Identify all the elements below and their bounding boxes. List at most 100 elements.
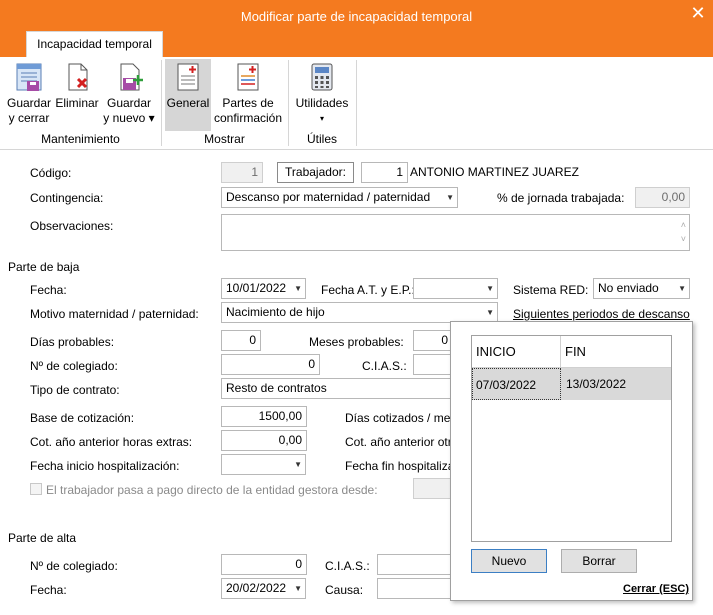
fecha-alta-value: 20/02/2022	[226, 581, 287, 595]
siguientes-periodos-link[interactable]: Siguientes periodos de descanso	[513, 307, 690, 321]
contingencia-select[interactable]: Descanso por maternidad / paternidad ▼	[221, 187, 458, 208]
codigo-label: Código:	[30, 166, 72, 180]
cias-baja-field[interactable]	[413, 354, 453, 375]
trabajador-code-field[interactable]: 1	[361, 162, 408, 183]
motivo-value: Nacimiento de hijo	[226, 305, 325, 319]
causa-field[interactable]	[377, 578, 453, 599]
close-icon[interactable]: ✕	[688, 3, 708, 23]
pago-directo-date-field[interactable]	[413, 478, 453, 499]
group-mostrar: Mostrar	[204, 132, 245, 146]
ribbon: Guardar y cerrar Eliminar Guardar y nuev…	[0, 57, 713, 150]
eliminar-button[interactable]: Eliminar	[54, 61, 100, 111]
section-parte-alta: Parte de alta	[8, 531, 77, 545]
fecha-baja-field[interactable]: 10/01/2022 ▼	[221, 278, 306, 299]
pago-directo-label: El trabajador pasa a pago directo de la …	[46, 483, 378, 497]
cias-alta-label: C.I.A.S.:	[325, 559, 370, 573]
ribbon-separator	[356, 60, 357, 146]
periodos-grid: INICIO FIN 07/03/2022 13/03/2022	[471, 335, 672, 542]
fecha-fin-hosp-label: Fecha fin hospitaliza	[345, 459, 455, 473]
guardar-nuevo-label-1: Guardar	[106, 96, 152, 110]
observaciones-textarea[interactable]: ˄ ˅	[221, 214, 690, 251]
group-utiles: Útiles	[306, 132, 337, 146]
motivo-select[interactable]: Nacimiento de hijo ▼	[221, 302, 498, 323]
utilidades-label: Utilidades	[295, 96, 349, 110]
meses-probables-field[interactable]: 0	[413, 330, 453, 351]
table-cell-inicio[interactable]: 07/03/2022	[472, 368, 561, 400]
fecha-baja-value: 10/01/2022	[226, 281, 287, 295]
borrar-button[interactable]: Borrar	[561, 549, 637, 573]
cias-alta-field[interactable]	[377, 554, 453, 575]
general-button[interactable]: General	[165, 59, 211, 131]
tipo-contrato-label: Tipo de contrato:	[30, 383, 120, 397]
chevron-down-icon: ▼	[678, 284, 686, 293]
general-label: General	[166, 96, 210, 110]
partes-confirmacion-label-2: confirmación	[213, 111, 283, 125]
contingencia-label: Contingencia:	[30, 191, 104, 205]
jornada-label: % de jornada trabajada:	[497, 191, 625, 205]
tipo-contrato-select[interactable]: Resto de contratos	[221, 378, 453, 399]
guardar-cerrar-label-1: Guardar	[6, 96, 52, 110]
cerrar-link[interactable]: Cerrar (ESC)	[623, 583, 689, 595]
chevron-down-icon: ▼	[294, 584, 302, 593]
dias-probables-field[interactable]: 0	[221, 330, 261, 351]
fecha-at-label: Fecha A.T. y E.P.:	[321, 283, 415, 297]
section-parte-baja: Parte de baja	[8, 260, 80, 274]
window-title: Modificar parte de incapacidad temporal	[240, 9, 473, 24]
fecha-alta-field[interactable]: 20/02/2022 ▼	[221, 578, 306, 599]
colegiado-baja-label: Nº de colegiado:	[30, 359, 118, 373]
tab-incapacidad-temporal[interactable]: Incapacidad temporal	[26, 31, 163, 57]
dias-probables-label: Días probables:	[30, 335, 115, 349]
delete-document-icon	[68, 63, 88, 91]
confirmation-document-icon	[237, 63, 259, 91]
trabajador-button[interactable]: Trabajador:	[277, 162, 354, 183]
base-cotizacion-label: Base de cotización:	[30, 411, 135, 425]
guardar-cerrar-button[interactable]: Guardar y cerrar	[4, 61, 54, 126]
group-mantenimiento: Mantenimiento	[41, 132, 120, 146]
pago-directo-checkbox[interactable]	[30, 483, 42, 495]
general-document-icon	[177, 63, 199, 91]
chevron-down-icon: ▼	[446, 193, 454, 202]
descanso-popup: INICIO FIN 07/03/2022 13/03/2022 Nuevo B…	[450, 321, 693, 601]
chevron-down-icon: ▼	[294, 460, 302, 469]
calculator-icon	[311, 63, 333, 91]
save-close-icon	[16, 63, 42, 91]
utilidades-button[interactable]: Utilidades ▾	[292, 61, 352, 126]
jornada-field[interactable]: 0,00	[635, 187, 690, 208]
sistema-red-value: No enviado	[598, 281, 659, 295]
observaciones-label: Observaciones:	[30, 219, 114, 233]
fecha-baja-label: Fecha:	[30, 283, 67, 297]
causa-label: Causa:	[325, 583, 364, 597]
chevron-down-icon: ▼	[486, 308, 494, 317]
guardar-cerrar-label-2: y cerrar	[8, 111, 50, 125]
sistema-red-select[interactable]: No enviado ▼	[593, 278, 690, 299]
table-cell-fin[interactable]: 13/03/2022	[561, 368, 671, 400]
nuevo-button[interactable]: Nuevo	[471, 549, 547, 573]
column-header-fin[interactable]: FIN	[561, 336, 671, 368]
contingencia-value: Descanso por maternidad / paternidad	[226, 190, 431, 204]
chevron-down-icon: ▼	[294, 284, 302, 293]
column-header-inicio[interactable]: INICIO	[472, 336, 561, 368]
eliminar-label: Eliminar	[55, 96, 99, 110]
sistema-red-label: Sistema RED:	[513, 283, 589, 297]
partes-confirmacion-label-1: Partes de	[222, 96, 274, 110]
trabajador-name: ANTONIO MARTINEZ JUAREZ	[410, 165, 579, 179]
fecha-inicio-hosp-field[interactable]: ▼	[221, 454, 306, 475]
cot-horas-extras-field[interactable]: 0,00	[221, 430, 307, 451]
fecha-at-field[interactable]: ▼	[413, 278, 498, 299]
motivo-label: Motivo maternidad / paternidad:	[30, 307, 199, 321]
cot-horas-extras-label: Cot. año anterior horas extras:	[30, 435, 193, 449]
dias-cotizados-label: Días cotizados / mes	[345, 411, 457, 425]
colegiado-alta-label: Nº de colegiado:	[30, 559, 118, 573]
meses-probables-label: Meses probables:	[309, 335, 404, 349]
colegiado-alta-field[interactable]: 0	[221, 554, 307, 575]
guardar-nuevo-label-2: y nuevo ▾	[103, 111, 155, 125]
partes-confirmacion-button[interactable]: Partes de confirmación	[213, 61, 283, 126]
utilidades-dropdown-icon: ▾	[319, 114, 324, 123]
colegiado-baja-field[interactable]: 0	[221, 354, 320, 375]
fecha-alta-label: Fecha:	[30, 583, 67, 597]
base-cotizacion-field[interactable]: 1500,00	[221, 406, 307, 427]
scroll-down-icon[interactable]: ˅	[681, 230, 686, 249]
codigo-field[interactable]: 1	[221, 162, 263, 183]
cot-otras-label: Cot. año anterior otr	[345, 435, 452, 449]
guardar-nuevo-button[interactable]: Guardar y nuevo ▾	[102, 61, 156, 126]
